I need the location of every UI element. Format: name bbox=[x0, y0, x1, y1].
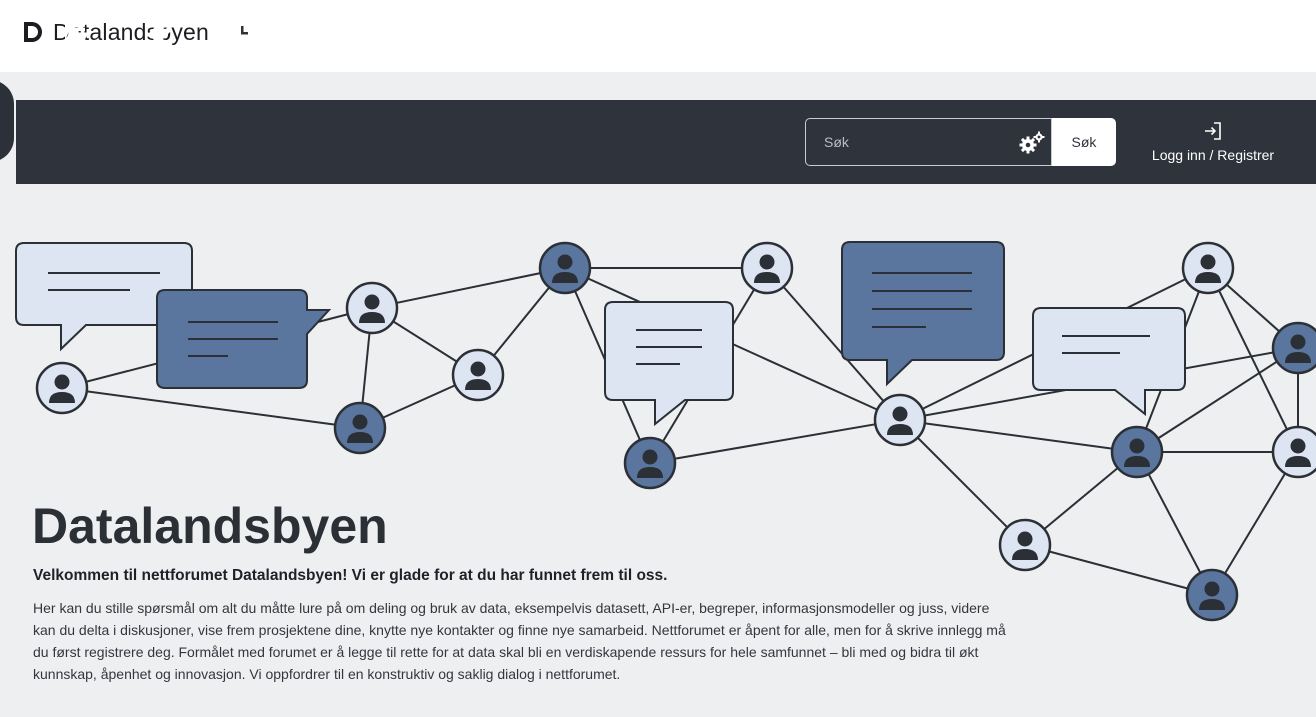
speech-bubble bbox=[1032, 307, 1186, 417]
login-register-link[interactable]: Logg inn / Registrer bbox=[1138, 100, 1288, 184]
connection-line bbox=[899, 419, 1138, 453]
nav-label: Populære bbox=[296, 48, 358, 65]
clock-icon bbox=[231, 21, 253, 44]
hero-network-illustration bbox=[15, 241, 1316, 622]
nav-label: Siste bbox=[226, 48, 258, 65]
folder-icon bbox=[65, 24, 88, 42]
nav-item-kategorier[interactable]: Kategorier bbox=[38, 0, 114, 84]
user-head-icon bbox=[470, 361, 486, 377]
connection-line bbox=[371, 267, 566, 309]
search-input[interactable] bbox=[806, 119, 996, 165]
intro-paragraph: Her kan du stille spørsmål om alt du måt… bbox=[33, 600, 1006, 682]
speech-bubble bbox=[841, 241, 1005, 387]
tag-icon bbox=[148, 21, 170, 44]
nav-item-emneord[interactable]: Emneord bbox=[124, 0, 194, 84]
page-title: Datalandsbyen bbox=[32, 498, 388, 554]
connection-line bbox=[1024, 544, 1213, 596]
calendar-icon bbox=[401, 20, 421, 44]
nav-item-populaere[interactable]: Populære bbox=[290, 0, 364, 84]
nav-item-siste[interactable]: Siste bbox=[214, 0, 270, 84]
fire-icon bbox=[320, 21, 334, 44]
connection-line bbox=[899, 419, 1026, 546]
top-header: Datalandsbyen bbox=[0, 0, 1316, 72]
nav-label: Kategorier bbox=[43, 48, 109, 65]
user-head-icon bbox=[557, 254, 573, 270]
user-head-icon bbox=[364, 294, 380, 310]
nav-label: Kalender bbox=[382, 48, 440, 65]
user-head-icon bbox=[1290, 334, 1306, 350]
gears-icon[interactable] bbox=[1018, 131, 1046, 155]
welcome-subtitle: Velkommen til nettforumet Datalandsbyen!… bbox=[33, 567, 668, 584]
user-head-icon bbox=[1290, 438, 1306, 454]
user-head-icon bbox=[642, 449, 658, 465]
user-head-icon bbox=[759, 254, 775, 270]
user-head-icon bbox=[54, 374, 70, 390]
main-navbar bbox=[16, 100, 1316, 184]
connection-line bbox=[61, 387, 361, 429]
user-head-icon bbox=[1200, 254, 1216, 270]
user-head-icon bbox=[1204, 581, 1220, 597]
search-field bbox=[805, 118, 1052, 166]
nav-label: Emneord bbox=[130, 48, 188, 65]
user-head-icon bbox=[892, 406, 908, 422]
connection-line bbox=[649, 419, 901, 464]
user-head-icon bbox=[352, 414, 368, 430]
user-head-icon bbox=[1017, 531, 1033, 547]
search-button[interactable]: Søk bbox=[1052, 118, 1116, 166]
nav-item-kalender[interactable]: Kalender bbox=[378, 0, 444, 84]
sign-in-icon bbox=[1205, 122, 1221, 140]
login-label: Logg inn / Registrer bbox=[1151, 147, 1275, 163]
user-head-icon bbox=[1129, 438, 1145, 454]
